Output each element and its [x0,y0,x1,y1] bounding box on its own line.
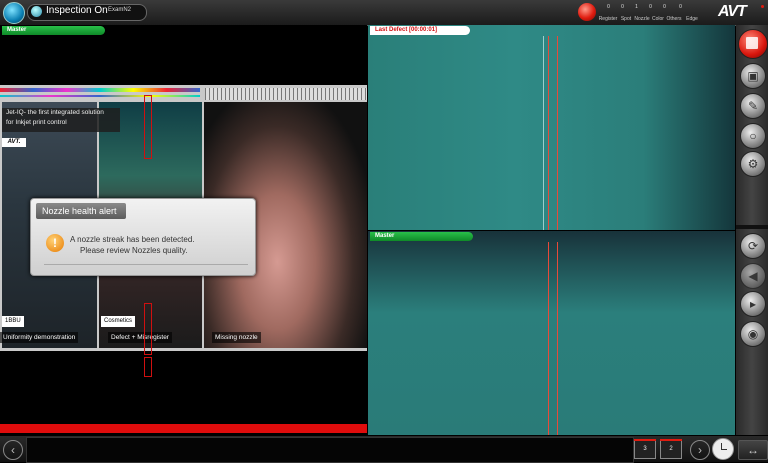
nozzle-streak [557,242,558,435]
print-caption-line: for Inkjet print control [6,119,67,126]
toolbar-divider [736,225,768,229]
inspection-status-icon [31,6,42,17]
counter-register: 0 [607,4,610,10]
alert-message-line: Please review Nozzles quality. [80,246,188,255]
counter-color: 0 [649,4,652,10]
search-icon[interactable]: ○ [740,123,766,149]
job-cube-button[interactable]: ▣ [740,63,766,89]
defect-count-indicator [660,439,682,441]
master-camera-panel[interactable] [368,231,735,435]
clock-hand [721,449,727,450]
message-bar [26,437,634,463]
nozzle-streak [548,36,549,230]
defect-count-indicator [634,439,656,441]
alarm-light-icon[interactable] [578,3,596,21]
print-section-caption: Defect + Misregister [108,332,172,343]
print-tag: 1BBU [2,316,24,327]
nozzle-streak [543,36,544,230]
alert-title: Nozzle health alert [36,203,126,219]
color-bar [0,95,200,97]
print-section-caption: Missing nozzle [212,332,261,343]
counter-label-others: Others [666,16,682,22]
last-defect-panel[interactable] [368,25,735,230]
counter-others: 0 [663,4,666,10]
previous-icon[interactable]: ◀ [740,263,766,289]
master-camera-header: Master [370,232,473,241]
counter-edge: 0 [679,4,682,10]
print-logo: AVT. [2,138,26,147]
back-icon[interactable]: ‹ [3,440,23,460]
defect-progress-bar [0,424,367,433]
last-defect-header: Last Defect [00:00:01] [370,26,470,35]
zoom-icon[interactable]: ◉ [740,321,766,347]
nozzle-streak [548,242,549,435]
refresh-icon[interactable]: ⟳ [740,233,766,259]
print-tag: Cosmetics [101,316,136,327]
defect-marker[interactable] [144,95,152,159]
counter-nozzle: 1 [635,4,638,10]
color-bar [0,88,200,92]
register-marks [205,88,367,100]
defect-marker[interactable] [144,303,152,355]
next-icon[interactable]: › [690,440,710,460]
resize-icon[interactable]: ↔ [738,440,768,460]
job-name: ExamN2 [108,7,132,13]
nozzle-streak [557,36,558,230]
alert-message-line: A nozzle streak has been detected. [70,235,195,244]
defect-marker[interactable] [144,357,152,377]
brand-logo-dot [761,5,764,8]
warning-icon: ! [46,234,64,252]
print-caption: Jet-IQ- the first integrated solution fo… [2,108,120,132]
inspection-status-label: Inspection On [46,5,108,16]
print-section-caption: Uniformity demonstration [0,332,79,343]
defect-count-box[interactable]: 2 [660,439,682,459]
gear-icon[interactable]: ⚙ [740,151,766,177]
app-logo-button[interactable] [3,2,25,24]
stop-icon [746,37,758,49]
export-icon[interactable]: ▸ [740,291,766,317]
counter-spot: 0 [621,4,624,10]
brand-logo: AVT [718,3,747,20]
defect-count-box[interactable]: 3 [634,439,656,459]
alert-divider [44,264,248,265]
master-panel-header: Master [2,26,105,35]
edit-job-button[interactable]: ✎ [740,93,766,119]
counter-label-register: Register [598,16,618,22]
counter-label-edge: Edge [686,16,698,22]
print-caption-line: Jet-IQ- the first integrated solution [6,109,104,116]
